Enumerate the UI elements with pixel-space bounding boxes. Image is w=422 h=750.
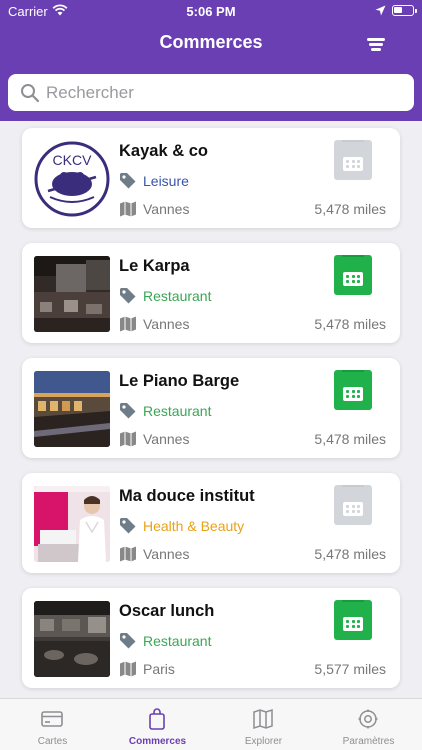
merchant-card[interactable]: Le Piano Barge Restaurant Vannes 5,478 m…	[22, 358, 400, 458]
merchant-category: Leisure	[143, 173, 189, 189]
status-time: 5:06 PM	[186, 4, 236, 19]
search-bar[interactable]	[8, 74, 414, 111]
merchant-distance: 5,478 miles	[314, 431, 386, 447]
tab-commerces[interactable]: Commerces	[105, 699, 210, 750]
merchant-city: Vannes	[143, 546, 190, 562]
merchant-category: Restaurant	[143, 403, 212, 419]
merchant-name: Le Karpa	[119, 257, 190, 275]
card-icon	[41, 711, 63, 727]
merchant-name: Le Piano Barge	[119, 372, 240, 390]
settings-icon	[358, 709, 378, 729]
tab-parametres[interactable]: Paramètres	[316, 699, 421, 750]
calendar-badge-icon	[334, 485, 372, 525]
top-bar: Carrier 5:06 PM Commerces	[0, 0, 422, 121]
merchant-distance: 5,478 miles	[314, 316, 386, 332]
tab-label: Paramètres	[342, 736, 395, 747]
search-input[interactable]	[46, 78, 406, 107]
merchant-category: Health & Beauty	[143, 518, 245, 534]
calendar-badge-icon	[334, 140, 372, 180]
merchant-city: Vannes	[143, 431, 190, 447]
battery-icon	[392, 5, 417, 16]
tab-cartes[interactable]: Cartes	[0, 699, 105, 750]
merchant-logo: CKCV	[34, 141, 110, 217]
merchant-name: Oscar lunch	[119, 602, 215, 620]
tag-icon	[120, 288, 136, 304]
map-icon	[120, 546, 136, 562]
merchant-list[interactable]: CKCV Kayak & co Leisure Vannes 5,478 mil…	[0, 121, 422, 698]
calendar-badge-icon	[334, 370, 372, 410]
svg-text:CKCV: CKCV	[53, 152, 93, 168]
merchant-photo	[34, 256, 110, 332]
merchant-city: Vannes	[143, 201, 190, 217]
merchant-city: Vannes	[143, 316, 190, 332]
search-icon	[21, 84, 40, 103]
merchant-distance: 5,478 miles	[314, 201, 386, 217]
merchant-card[interactable]: Oscar lunch Restaurant Paris 5,577 miles	[22, 588, 400, 688]
tab-label: Cartes	[37, 736, 68, 747]
tag-icon	[120, 173, 136, 189]
page-title: Commerces	[159, 32, 263, 52]
merchant-card[interactable]: Ma douce institut Health & Beauty Vannes…	[22, 473, 400, 573]
merchant-card[interactable]: CKCV Kayak & co Leisure Vannes 5,478 mil…	[22, 128, 400, 228]
merchant-name: Kayak & co	[119, 142, 208, 160]
merchant-photo	[34, 371, 110, 447]
location-arrow-icon	[375, 5, 386, 16]
tab-label: Commerces	[128, 736, 187, 747]
merchant-distance: 5,577 miles	[314, 661, 386, 677]
tag-icon	[120, 633, 136, 649]
tab-label: Explorer	[244, 736, 283, 747]
merchant-photo	[34, 486, 110, 562]
calendar-badge-icon	[334, 600, 372, 640]
map-icon	[253, 708, 273, 730]
merchant-distance: 5,478 miles	[314, 546, 386, 562]
tag-icon	[120, 403, 136, 419]
tab-bar: Cartes Commerces Explorer Paramètres	[0, 698, 422, 750]
filter-button[interactable]	[362, 33, 390, 55]
filter-lines-icon	[367, 38, 385, 41]
tab-explorer[interactable]: Explorer	[211, 699, 316, 750]
merchant-photo	[34, 601, 110, 677]
map-icon	[120, 316, 136, 332]
merchant-city: Paris	[143, 661, 175, 677]
map-icon	[120, 201, 136, 217]
merchant-category: Restaurant	[143, 633, 212, 649]
map-icon	[120, 431, 136, 447]
merchant-category: Restaurant	[143, 288, 212, 304]
merchant-card[interactable]: Le Karpa Restaurant Vannes 5,478 miles	[22, 243, 400, 343]
bag-icon	[149, 708, 165, 730]
map-icon	[120, 661, 136, 677]
status-bar: Carrier 5:06 PM	[0, 0, 422, 24]
calendar-badge-icon	[334, 255, 372, 295]
merchant-name: Ma douce institut	[119, 487, 255, 505]
tag-icon	[120, 518, 136, 534]
